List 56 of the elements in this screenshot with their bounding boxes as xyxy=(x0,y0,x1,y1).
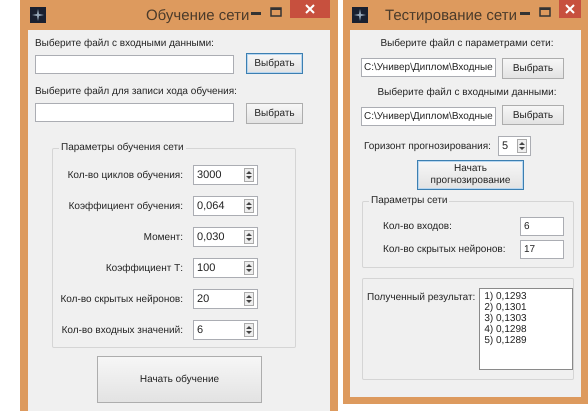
input-field[interactable] xyxy=(35,55,234,74)
spin-arrows-icon[interactable] xyxy=(244,292,254,306)
result-line: 4) 0,1298 xyxy=(484,324,528,335)
result-line: 1) 0,1293 xyxy=(484,291,528,302)
field-label: Выберите файл с входными данными: xyxy=(376,87,558,100)
window-title: Обучение сети xyxy=(146,6,250,24)
spin-arrows-icon[interactable] xyxy=(244,230,254,244)
result-line: 2) 0,1301 xyxy=(484,302,528,313)
spin-field[interactable]: 0,064 xyxy=(193,196,258,216)
parameter-label: Кол-во циклов обучения: xyxy=(66,170,183,180)
spin-field[interactable]: 5 xyxy=(498,136,531,156)
field-label: Выберите файл для записи хода обучения: xyxy=(35,86,238,99)
spin-field[interactable]: 0,030 xyxy=(193,227,258,247)
window-title: Тестирование сети xyxy=(385,6,518,24)
spin-arrows-icon[interactable] xyxy=(244,323,254,337)
spin-arrows-icon[interactable] xyxy=(244,261,254,275)
browse-button[interactable]: Выбрать xyxy=(246,103,303,124)
spin-field[interactable]: 6 xyxy=(193,320,258,340)
group-title: Параметры обучения сети xyxy=(59,142,186,153)
spin-field[interactable]: 100 xyxy=(193,258,258,278)
result-label: Полученный результат: xyxy=(367,292,476,303)
parameter-label: Кол-во входов: xyxy=(383,221,453,232)
result-line: 3) 0,1303 xyxy=(484,313,528,324)
result-line: 5) 0,1289 xyxy=(484,335,528,346)
start-training-button[interactable]: Начать обучение xyxy=(97,356,262,403)
field-label: Выберите файл с входными данными: xyxy=(35,38,215,51)
maximize-icon[interactable] xyxy=(270,7,282,17)
input-field[interactable]: 6 xyxy=(520,217,564,236)
parameter-label: Кол-во входных значений: xyxy=(60,324,183,336)
spin-arrows-icon[interactable] xyxy=(517,139,527,153)
browse-button[interactable]: Выбрать xyxy=(502,105,564,125)
close-icon[interactable] xyxy=(290,0,330,18)
spin-field[interactable]: 3000 xyxy=(193,165,258,185)
spin-arrows-icon[interactable] xyxy=(244,199,254,213)
parameter-label: Кол-во скрытых нейронов: xyxy=(383,244,507,255)
group-title: Параметры сети xyxy=(369,195,450,206)
field-label: Горизонт прогнозирования: xyxy=(364,140,492,152)
parameter-label: Кол-во скрытых нейронов: xyxy=(59,294,183,304)
parameter-label: Момент: xyxy=(142,232,183,242)
app-icon xyxy=(352,7,368,23)
start-forecast-button[interactable]: Начать прогнозирование xyxy=(417,160,524,190)
maximize-icon[interactable] xyxy=(539,7,551,17)
result-text-area[interactable]: 1) 0,1293 2) 0,1301 3) 0,1303 4) 0,1298 5) 0,1289 xyxy=(479,288,573,370)
close-icon[interactable] xyxy=(559,0,581,18)
parameter-label: Коэффициент Т: xyxy=(104,262,183,274)
input-field[interactable] xyxy=(35,103,234,122)
parameter-label: Коэффициент обучения: xyxy=(68,200,183,212)
spin-arrows-icon[interactable] xyxy=(244,168,254,182)
field-label: Выберите файл с параметрами сети: xyxy=(379,38,555,51)
app-icon xyxy=(30,7,46,23)
spin-field[interactable]: 20 xyxy=(193,289,258,309)
browse-button[interactable]: Выбрать xyxy=(502,58,564,79)
input-field[interactable]: C:\Универ\Диплом\Входные xyxy=(361,58,496,77)
input-field[interactable]: C:\Универ\Диплом\Входные xyxy=(361,107,496,126)
browse-button[interactable]: Выбрать xyxy=(246,53,303,74)
input-field[interactable]: 17 xyxy=(520,240,564,259)
